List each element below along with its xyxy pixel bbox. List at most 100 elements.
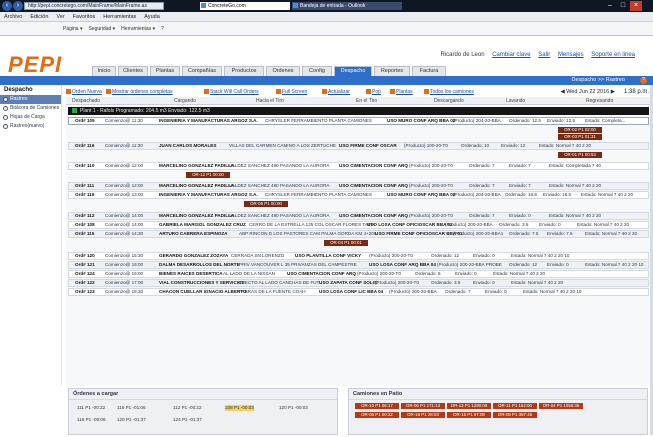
order-row[interactable]: Ord# 116 Comienzo@ 13:00 INGENIERIA Y MA… (68, 191, 649, 199)
plants-button[interactable]: Plantas (390, 87, 413, 97)
load-item[interactable]: 116 P1 -01:06 (117, 405, 146, 411)
menu-edicion[interactable]: Edición (26, 12, 52, 22)
logout-link[interactable]: Salir (538, 52, 550, 58)
refresh-button[interactable]: Actualizar (322, 87, 350, 97)
order-id: Ord# 123 (75, 289, 95, 294)
order-row[interactable]: Ord# 122 Comienzo@ 17:00 VIAL CONSTRUCCI… (68, 279, 649, 287)
yard-truck[interactable]: OR-10 P1 06:17 (355, 403, 399, 409)
all-trucks-button[interactable]: Todos los camiones (424, 87, 474, 97)
order-address: CERRADA SN LORENZO (231, 253, 285, 258)
tab-config[interactable]: Config (302, 66, 332, 76)
load-item[interactable]: 124 P1 -01:37 (173, 417, 202, 423)
sidebar-item-rastreo-nuevo[interactable]: Rastreo(nuevo) (0, 122, 61, 131)
truck-marker[interactable]: OR-12 P1 00:00 (186, 172, 230, 178)
tab-inicio[interactable]: Inicio (92, 66, 116, 76)
yard-truck[interactable]: OR-09 P1 387:46 (493, 412, 537, 418)
address-bar[interactable]: http://pepi.concretego.com/MainFrame/Mai… (24, 2, 164, 10)
tab-despacho[interactable]: Despacho (334, 66, 372, 76)
sidebar-item-bitacora[interactable]: Bitácora de Camiones (0, 104, 61, 113)
orders-to-load-title: Órdenes a cargar (69, 389, 337, 400)
order-row[interactable]: Ord# 105 Comienzo@ 11:30 INGENIERIA Y MA… (68, 117, 649, 125)
tab-plantas[interactable]: Plantas (150, 66, 180, 76)
yard-truck[interactable]: OR-06 P1 171:13 (401, 403, 445, 409)
yard-truck[interactable]: OR-16 P1 28:03 (401, 412, 445, 418)
order-row[interactable]: Ord# 121 Comienzo@ 16:00 DALMA DESARROLL… (68, 261, 649, 269)
yard-truck[interactable]: OR-13 P1 1280:08 (447, 403, 491, 409)
back-icon[interactable]: ‹ (2, 1, 12, 11)
plant-header-row[interactable]: Plant 1 - Rafols Programado: 204.5 m3 En… (68, 107, 649, 115)
sidebar-item-rastreo[interactable]: Rastreo (0, 95, 61, 104)
cmd-seguridad[interactable]: Seguridad ▾ (85, 22, 118, 36)
date-selector[interactable]: ◀ Wed Jun 22 2016 ▶ (560, 87, 615, 97)
stack-will-call-button[interactable]: Stack Will Call Orders (204, 87, 259, 97)
load-item[interactable]: 120 P1 -01:37 (117, 417, 146, 423)
sidebar-item-hojas-carga[interactable]: Hojas de Carga (0, 113, 61, 122)
messages-link[interactable]: Mensajes (558, 52, 584, 58)
pop-button[interactable]: Pop (366, 87, 381, 97)
menu-ayuda[interactable]: Ayuda (140, 12, 164, 22)
help-icon[interactable]: ? (640, 77, 647, 84)
show-complete-orders-button[interactable]: Mostrar órdenes completas (106, 87, 173, 97)
order-status: Estado: Normal 7 40 2 20 (549, 213, 602, 218)
tab-companias[interactable]: Compañías (182, 66, 222, 76)
order-row[interactable]: Ord# 112 Comienzo@ 14:00 MARCELINO GONZA… (68, 212, 649, 220)
yard-truck[interactable]: OR-04 P1 1056:36 (539, 403, 583, 409)
load-item[interactable]: 111 P1 -00:22 (77, 405, 105, 411)
order-sent: Enviado: 0 (547, 262, 569, 267)
load-item[interactable]: 120 P1 -00:03 (279, 405, 308, 411)
order-id: Ord# 111 (75, 183, 95, 188)
order-row[interactable]: Ord# 111 Comienzo@ 12:00 MARCELINO GONZA… (68, 182, 649, 190)
order-time: Comienzo@ 14:00 (105, 213, 144, 218)
order-row[interactable]: Ord# 110 Comienzo@ 12:00 MARCELINO GONZA… (68, 162, 649, 170)
forward-icon[interactable]: › (13, 1, 23, 11)
tab-ordenes[interactable]: Ordenes (266, 66, 300, 76)
yard-truck[interactable]: OR-05 P1 00:22 (355, 412, 399, 418)
truck-marker[interactable]: OR-04 P1 00:01 (324, 240, 368, 246)
close-icon[interactable]: × (630, 1, 642, 11)
order-time: Comienzo@ 14:30 (105, 231, 144, 236)
menu-archivo[interactable]: Archivo (0, 12, 26, 22)
menu-herramientas[interactable]: Herramientas (99, 12, 140, 22)
yard-truck[interactable]: OR-11 P1 162:00 (493, 403, 537, 409)
new-order-button[interactable]: Orden Nueva (66, 87, 102, 97)
load-item[interactable]: 108 P1 -00:03 (225, 405, 254, 411)
cmd-pagina[interactable]: Página ▾ (60, 22, 85, 36)
truck-marker[interactable]: OR-02 P1 02:00 (558, 127, 602, 133)
browser-tab-concretego[interactable]: ConcreteGo.com (200, 2, 290, 10)
order-row[interactable]: Ord# 108 Comienzo@ 14:00 GABRIELA MARISO… (68, 221, 649, 229)
yard-truck[interactable]: OR-15 P1 67:08 (447, 412, 491, 418)
order-row[interactable]: Ord# 116 Comienzo@ 11:30 JUAN CARLOS MOR… (68, 142, 649, 150)
order-row[interactable]: Ord# 120 Comienzo@ 15:30 GERARDO GONZALE… (68, 252, 649, 260)
tab-factura[interactable]: Factura (412, 66, 446, 76)
order-qty: Ordenado: 7 (469, 213, 495, 218)
online-support-link[interactable]: Soporte en linea (591, 52, 635, 58)
order-sent: Enviado: 12 (501, 143, 526, 148)
order-row[interactable]: Ord# 124 Comienzo@ 16:00 BIENES RAICES D… (68, 270, 649, 278)
trucks-in-yard-panel: Camiones en Patio OR-10 P1 06:17 OR-06 P… (348, 388, 648, 435)
tab-clientes[interactable]: Clientes (118, 66, 148, 76)
menu-favoritos[interactable]: Favoritos (69, 12, 100, 22)
order-time: Comienzo@ 15:30 (105, 253, 144, 258)
cmd-help[interactable]: ? (158, 22, 167, 36)
browser-tab-outlook[interactable]: Bandeja de entrada - Outlook (292, 2, 402, 10)
truck-marker[interactable]: OR-03 P1 01:31 (558, 134, 602, 140)
truck-marker[interactable]: OR-06 P1 00:00 (244, 201, 288, 207)
load-item[interactable]: 112 P1 -00:22 (173, 405, 202, 411)
radio-icon (3, 97, 8, 102)
load-item[interactable]: 116 P1 -00:06 (77, 417, 106, 423)
tab-productos[interactable]: Productos (224, 66, 264, 76)
order-row[interactable]: Ord# 115 Comienzo@ 14:30 ARTURO CABRERA … (68, 230, 649, 238)
truck-marker[interactable]: OR-01 P1 00:53 (558, 152, 602, 158)
minimize-icon[interactable]: – (604, 1, 616, 11)
current-time: 1:38 p.m. (623, 89, 649, 95)
plus-icon (66, 89, 71, 94)
col-hacia-tiro: Hacia el Tiro (256, 98, 284, 104)
order-row[interactable]: Ord# 123 Comienzo@ 18:30 CHACON CUELLAR … (68, 288, 649, 296)
tab-reportes[interactable]: Reportes (374, 66, 410, 76)
change-password-link[interactable]: Cambiar clave (492, 52, 530, 58)
browser-menubar: Archivo Edición Ver Favoritos Herramientas Ay… (0, 12, 653, 22)
full-screen-button[interactable]: Full Screen (276, 87, 307, 97)
maximize-icon[interactable]: □ (617, 1, 629, 11)
cmd-herramientas[interactable]: Herramientas ▾ (118, 22, 158, 36)
menu-ver[interactable]: Ver (52, 12, 68, 22)
